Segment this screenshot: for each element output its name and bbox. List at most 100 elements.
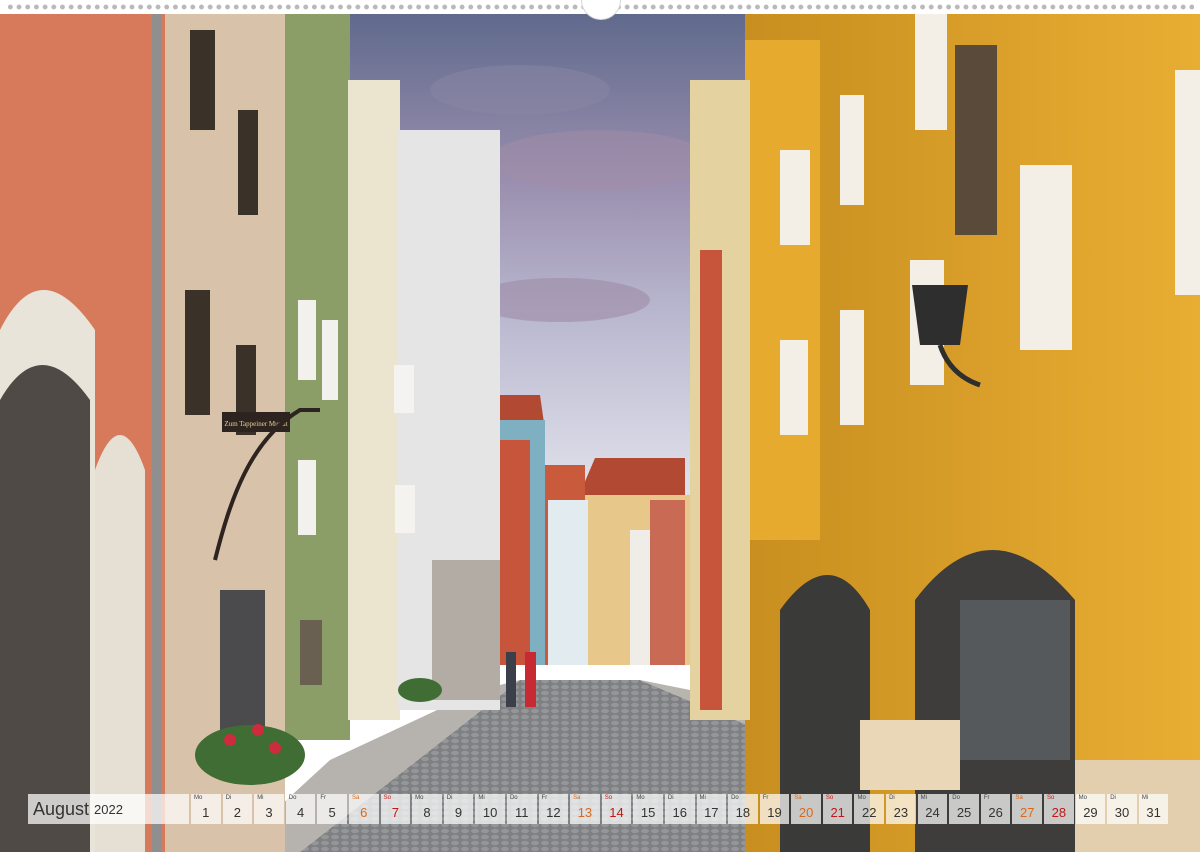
window bbox=[780, 340, 808, 435]
calendar-day: Mi 17 bbox=[696, 794, 727, 824]
calendar-day-number: 19 bbox=[767, 805, 782, 820]
calendar-day-number: 5 bbox=[328, 805, 336, 820]
calendar-day: Fr 19 bbox=[759, 794, 790, 824]
distant-building bbox=[650, 500, 685, 665]
calendar-day-abbr: Di bbox=[889, 795, 895, 801]
calendar-day-abbr: Fr bbox=[320, 795, 327, 801]
stone-base bbox=[432, 560, 500, 700]
calendar-day: Do 18 bbox=[728, 794, 758, 824]
calendar-day: Do 25 bbox=[949, 794, 979, 824]
calendar-day: Do 4 bbox=[285, 794, 316, 824]
cloud bbox=[430, 65, 610, 115]
calendar-day-number: 25 bbox=[956, 805, 972, 820]
calendar-day-abbr: Sa bbox=[573, 795, 581, 801]
calendar-day: Mo 22 bbox=[854, 794, 885, 824]
calendar-day-number: 2 bbox=[233, 805, 241, 820]
window bbox=[915, 10, 947, 130]
flower-box bbox=[195, 725, 305, 785]
calendar-day-number: 31 bbox=[1146, 805, 1161, 820]
calendar-day: So 14 bbox=[601, 794, 632, 824]
calendar-day-abbr: Sa bbox=[1015, 795, 1023, 801]
arch bbox=[95, 435, 145, 852]
bay-window-tower bbox=[745, 40, 820, 540]
street-lamp bbox=[912, 285, 968, 345]
arch-shadow bbox=[0, 365, 90, 852]
calendar-day-abbr: Mi bbox=[257, 795, 264, 801]
calendar-day-abbr: So bbox=[383, 795, 391, 801]
calendar-day-abbr: Di bbox=[667, 795, 674, 801]
calendar-day-abbr: Fr bbox=[541, 795, 548, 801]
calendar-day: Mo 8 bbox=[412, 794, 442, 824]
calendar-day-abbr: So bbox=[1047, 795, 1055, 801]
calendar-day-abbr: Di bbox=[225, 795, 232, 801]
window bbox=[394, 365, 414, 413]
calendar-day: Di 23 bbox=[886, 794, 916, 824]
shop-window bbox=[220, 590, 265, 730]
calendar-day-abbr: Mo bbox=[415, 795, 424, 801]
calendar-day: So 28 bbox=[1044, 794, 1074, 824]
flower-box bbox=[398, 678, 442, 702]
calendar-day-abbr: Do bbox=[731, 795, 739, 801]
calendar-day: So 21 bbox=[822, 794, 853, 824]
calendar-day-abbr: So bbox=[604, 795, 613, 801]
window bbox=[298, 300, 316, 380]
calendar-day-number: 13 bbox=[577, 805, 593, 820]
saint-statue-niche bbox=[955, 45, 997, 235]
window bbox=[238, 110, 258, 215]
calendar-day: Mi 24 bbox=[917, 794, 948, 824]
calendar-day-abbr: Fr bbox=[983, 795, 990, 801]
calendar-day: Sa 20 bbox=[791, 794, 821, 824]
calendar-day: Do 11 bbox=[506, 794, 537, 824]
calendar-day-number: 27 bbox=[1020, 805, 1035, 820]
calendar-day-number: 30 bbox=[1114, 805, 1130, 820]
calendar-day: Sa 13 bbox=[570, 794, 600, 824]
calendar-day-abbr: Mo bbox=[1078, 795, 1087, 801]
calendar-day: Mo 1 bbox=[191, 794, 221, 824]
calendar-day-number: 15 bbox=[640, 805, 656, 820]
calendar-day-abbr: Mo bbox=[636, 795, 645, 801]
calendar-day-abbr: Di bbox=[1110, 795, 1116, 801]
calendar-day: Di 2 bbox=[222, 794, 253, 824]
calendar-day: Mi 10 bbox=[475, 794, 505, 824]
calendar-title: August 2022 bbox=[28, 794, 189, 824]
calendar-day: Di 16 bbox=[664, 794, 695, 824]
pillar-base bbox=[860, 720, 960, 790]
window bbox=[780, 150, 810, 245]
calendar-day-number: 8 bbox=[423, 805, 431, 820]
calendar-day-number: 28 bbox=[1051, 805, 1067, 820]
calendar-day-number: 18 bbox=[735, 805, 751, 820]
calendar-day-number: 9 bbox=[454, 805, 463, 820]
calendar-day-abbr: Sa bbox=[794, 795, 802, 801]
calendar-day: Sa 27 bbox=[1012, 794, 1043, 824]
cloud bbox=[490, 130, 710, 190]
window bbox=[185, 290, 210, 415]
pedestrian bbox=[525, 652, 536, 707]
calendar-day-abbr: Fr bbox=[762, 795, 769, 801]
pedestrian bbox=[506, 652, 516, 707]
window bbox=[840, 310, 864, 425]
window bbox=[190, 30, 215, 130]
calendar-day-number: 6 bbox=[360, 805, 368, 820]
calendar-day: Mi 3 bbox=[254, 794, 284, 824]
calendar-day-number: 10 bbox=[482, 805, 498, 820]
calendar-day-number: 24 bbox=[925, 805, 940, 820]
calendar-day-abbr: Mi bbox=[478, 795, 485, 801]
window bbox=[395, 485, 415, 533]
calendar-day-number: 3 bbox=[265, 805, 273, 820]
calendar-day-abbr: Di bbox=[446, 795, 453, 801]
window bbox=[322, 320, 338, 400]
calendar-month: August bbox=[33, 798, 90, 819]
calendar-day-number: 4 bbox=[296, 805, 305, 820]
calendar-day: Fr 5 bbox=[317, 794, 347, 824]
calendar-day-number: 26 bbox=[988, 805, 1003, 820]
calendar-day: Mo 29 bbox=[1075, 794, 1106, 824]
calendar-days: Mo 1 Di 2 Mi 3 Do 4 Fr 5 Sa 6 So 7 Mo 8 Di 9 Mi 10 Do 11 Fr 12 S… bbox=[191, 794, 1169, 824]
calendar-day-number: 20 bbox=[798, 805, 814, 820]
calendar-day: Sa 6 bbox=[348, 794, 379, 824]
calendar-day-number: 22 bbox=[862, 805, 877, 820]
calendar-day-abbr: So bbox=[825, 795, 834, 801]
downpipe bbox=[152, 0, 161, 852]
calendar-day-number: 7 bbox=[391, 805, 399, 820]
window bbox=[1020, 165, 1072, 350]
street-photo: Zum Tappeiner Mundt bbox=[0, 0, 1200, 852]
